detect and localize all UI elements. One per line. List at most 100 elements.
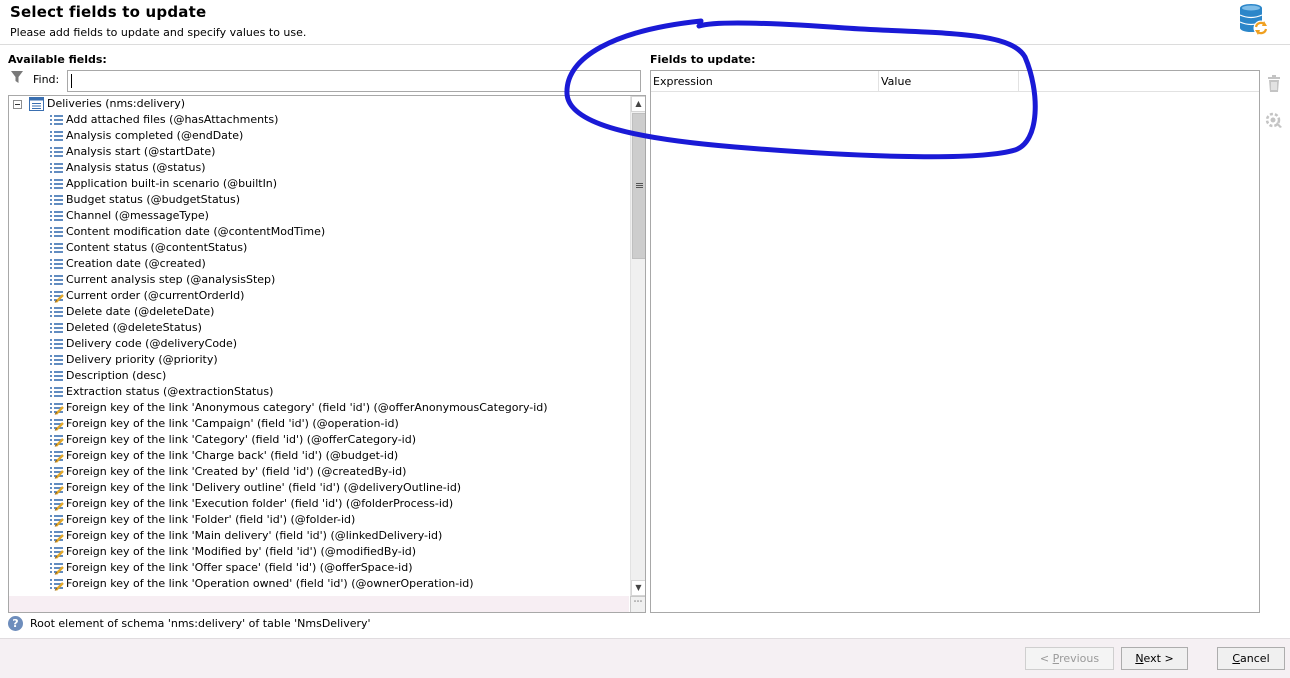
tree-item[interactable]: Analysis status (@status)	[9, 160, 629, 176]
tree-item-label: Current order (@currentOrderId)	[66, 289, 245, 302]
delete-icon[interactable]	[1266, 75, 1282, 93]
tree-item[interactable]: Delivery priority (@priority)	[9, 352, 629, 368]
tree-item[interactable]: Foreign key of the link 'Anonymous categ…	[9, 400, 629, 416]
field-icon	[50, 227, 63, 237]
tree-item[interactable]: Analysis start (@startDate)	[9, 144, 629, 160]
tree-item[interactable]: Foreign key of the link 'Folder' (field …	[9, 512, 629, 528]
tree-item-label: Description (desc)	[66, 369, 167, 382]
collapse-icon[interactable]	[13, 100, 22, 109]
field-icon	[50, 259, 63, 269]
tree-item-label: Creation date (@created)	[66, 257, 206, 270]
tree-item[interactable]: Foreign key of the link 'Charge back' (f…	[9, 448, 629, 464]
key-field-icon	[50, 467, 64, 479]
page-title: Select fields to update	[10, 3, 207, 21]
field-icon	[50, 387, 63, 397]
tree-item[interactable]: Foreign key of the link 'Offer space' (f…	[9, 560, 629, 576]
tree-item[interactable]: Foreign key of the link 'Operation owned…	[9, 576, 629, 592]
field-icon	[50, 115, 63, 125]
field-icon	[50, 211, 63, 221]
tree-item-label: Foreign key of the link 'Offer space' (f…	[66, 561, 413, 574]
vertical-scrollbar[interactable]: ▲ ▼	[630, 96, 645, 596]
tree-item-label: Foreign key of the link 'Category' (fiel…	[66, 433, 417, 446]
tree-item[interactable]: Foreign key of the link 'Main delivery' …	[9, 528, 629, 544]
tree-item[interactable]: Channel (@messageType)	[9, 208, 629, 224]
key-field-icon	[50, 291, 64, 303]
tree-item[interactable]: Delete date (@deleteDate)	[9, 304, 629, 320]
tree-item[interactable]: Foreign key of the link 'Category' (fiel…	[9, 432, 629, 448]
previous-button[interactable]: < Previous	[1025, 647, 1114, 670]
tree-item-label: Foreign key of the link 'Execution folde…	[66, 497, 454, 510]
key-field-icon	[50, 451, 64, 463]
edit-expression-icon[interactable]	[1265, 111, 1283, 129]
cancel-button[interactable]: Cancel	[1217, 647, 1285, 670]
page-subtitle: Please add fields to update and specify …	[10, 26, 307, 39]
tree-item-label: Foreign key of the link 'Modified by' (f…	[66, 545, 417, 558]
scroll-up-button[interactable]: ▲	[631, 96, 645, 112]
tree-item[interactable]: Delivery code (@deliveryCode)	[9, 336, 629, 352]
tree-item[interactable]: Deleted (@deleteStatus)	[9, 320, 629, 336]
tree-item[interactable]: Extraction status (@extractionStatus)	[9, 384, 629, 400]
tree-item[interactable]: Analysis completed (@endDate)	[9, 128, 629, 144]
tree-item[interactable]: Creation date (@created)	[9, 256, 629, 272]
tree-item[interactable]: Add attached files (@hasAttachments)	[9, 112, 629, 128]
tree-item[interactable]: Foreign key of the link 'Execution folde…	[9, 496, 629, 512]
scroll-down-button[interactable]: ▼	[631, 580, 645, 596]
available-fields-tree[interactable]: Deliveries (nms:delivery) Add attached f…	[8, 95, 646, 613]
tree-item-label: Foreign key of the link 'Charge back' (f…	[66, 449, 399, 462]
tree-item[interactable]: Content status (@contentStatus)	[9, 240, 629, 256]
tree-item[interactable]: Foreign key of the link 'Modified by' (f…	[9, 544, 629, 560]
previous-rest: revious	[1059, 652, 1100, 665]
next-rest: ext >	[1143, 652, 1174, 665]
tree-item-label: Extraction status (@extractionStatus)	[66, 385, 274, 398]
tree-root-label: Deliveries (nms:delivery)	[47, 97, 186, 110]
tree-item-label: Analysis status (@status)	[66, 161, 206, 174]
tree-item[interactable]: Current analysis step (@analysisStep)	[9, 272, 629, 288]
tree-item-label: Delivery code (@deliveryCode)	[66, 337, 238, 350]
field-icon	[50, 307, 63, 317]
column-header-value[interactable]: Value	[879, 71, 1019, 92]
tree-root-row[interactable]: Deliveries (nms:delivery)	[9, 96, 629, 112]
tree-item[interactable]: Content modification date (@contentModTi…	[9, 224, 629, 240]
scrollbar-thumb[interactable]	[632, 113, 645, 259]
more-options-button[interactable]: ⋯	[630, 596, 645, 612]
tree-item-label: Delivery priority (@priority)	[66, 353, 218, 366]
key-field-icon	[50, 403, 64, 415]
help-icon[interactable]: ?	[8, 616, 23, 631]
find-input[interactable]	[67, 70, 641, 92]
tree-item[interactable]: Description (desc)	[9, 368, 629, 384]
tree-item[interactable]: Current order (@currentOrderId)	[9, 288, 629, 304]
field-icon	[50, 355, 63, 365]
tree-item[interactable]: Foreign key of the link 'Campaign' (fiel…	[9, 416, 629, 432]
tree-item[interactable]: Budget status (@budgetStatus)	[9, 192, 629, 208]
tree-item[interactable]: Application built-in scenario (@builtIn)	[9, 176, 629, 192]
database-refresh-icon	[1239, 4, 1269, 36]
key-field-icon	[50, 435, 64, 447]
tree-item-label: Content status (@contentStatus)	[66, 241, 248, 254]
text-caret	[71, 74, 72, 88]
tree-item-label: Channel (@messageType)	[66, 209, 209, 222]
cancel-accel: C	[1232, 652, 1241, 665]
key-field-icon	[50, 419, 64, 431]
field-icon	[50, 339, 63, 349]
fields-to-update-table[interactable]: Expression Value	[650, 70, 1260, 613]
tree-item-label: Foreign key of the link 'Delivery outlin…	[66, 481, 462, 494]
field-icon	[50, 371, 63, 381]
field-icon	[50, 243, 63, 253]
tree-item-label: Content modification date (@contentModTi…	[66, 225, 326, 238]
tree-list: Deliveries (nms:delivery) Add attached f…	[9, 96, 629, 596]
key-field-icon	[50, 515, 64, 527]
column-header-expression[interactable]: Expression	[651, 71, 879, 92]
tree-item[interactable]: Foreign key of the link 'Delivery outlin…	[9, 480, 629, 496]
status-text: Root element of schema 'nms:delivery' of…	[30, 617, 371, 630]
next-button[interactable]: Next >	[1121, 647, 1188, 670]
field-icon	[50, 195, 63, 205]
tree-item-label: Foreign key of the link 'Main delivery' …	[66, 529, 443, 542]
available-fields-label: Available fields:	[8, 53, 107, 66]
tree-item-label: Delete date (@deleteDate)	[66, 305, 215, 318]
tree-item-label: Deleted (@deleteStatus)	[66, 321, 202, 334]
tree-item[interactable]: Foreign key of the link 'Created by' (fi…	[9, 464, 629, 480]
key-field-icon	[50, 531, 64, 543]
filter-icon[interactable]	[11, 71, 23, 84]
tree-item-label: Foreign key of the link 'Folder' (field …	[66, 513, 356, 526]
tree-item-label: Foreign key of the link 'Campaign' (fiel…	[66, 417, 399, 430]
